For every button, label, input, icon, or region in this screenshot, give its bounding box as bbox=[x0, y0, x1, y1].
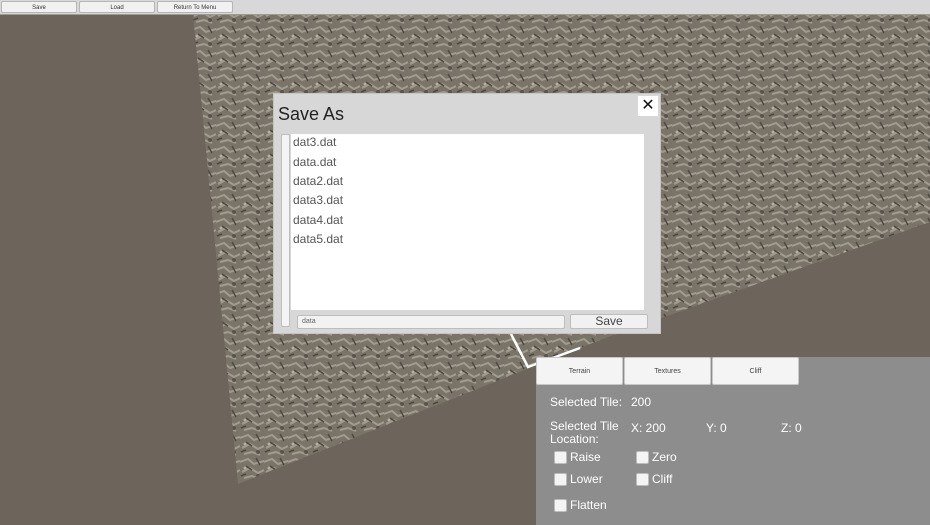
cliff-checkbox[interactable] bbox=[636, 473, 649, 486]
tab-terrain[interactable]: Terrain bbox=[536, 357, 623, 385]
file-list: dat3.dat data.dat data2.dat data3.dat da… bbox=[291, 134, 644, 310]
file-item[interactable]: data5.dat bbox=[293, 232, 343, 246]
filename-input[interactable]: data bbox=[297, 315, 565, 329]
dialog-title: Save As bbox=[278, 104, 345, 124]
save-as-dialog: Save As ✕ dat3.dat data.dat data2.dat da… bbox=[273, 93, 661, 334]
toolbar-load-button[interactable]: Load bbox=[79, 1, 155, 13]
terrain-tools-panel: Terrain Textures Cliff Selected Tile: 20… bbox=[536, 357, 930, 525]
file-item[interactable]: data4.dat bbox=[293, 213, 343, 227]
selected-tile-location-label: Selected Tile Location: bbox=[550, 420, 619, 446]
file-item[interactable]: data2.dat bbox=[293, 174, 343, 188]
tab-cliff[interactable]: Cliff bbox=[712, 357, 799, 385]
toolbar-return-to-menu-button[interactable]: Return To Menu bbox=[157, 1, 233, 13]
close-icon[interactable]: ✕ bbox=[638, 96, 658, 116]
top-toolbar: Save Load Return To Menu bbox=[0, 0, 930, 15]
zero-label: Zero bbox=[652, 450, 677, 464]
flatten-label: Flatten bbox=[570, 498, 607, 512]
location-z: Z: 0 bbox=[781, 421, 802, 435]
location-y: Y: 0 bbox=[706, 421, 727, 435]
selected-tile-label: Selected Tile: bbox=[550, 395, 623, 409]
flatten-checkbox[interactable] bbox=[554, 499, 567, 512]
file-item[interactable]: data.dat bbox=[293, 155, 336, 169]
save-button[interactable]: Save bbox=[570, 314, 648, 329]
cliff-label: Cliff bbox=[652, 472, 673, 486]
zero-checkbox[interactable] bbox=[636, 451, 649, 464]
location-label-line2: Location: bbox=[550, 432, 599, 446]
file-item[interactable]: data3.dat bbox=[293, 193, 343, 207]
file-item[interactable]: dat3.dat bbox=[293, 135, 336, 149]
tab-textures[interactable]: Textures bbox=[624, 357, 711, 385]
raise-label: Raise bbox=[570, 450, 601, 464]
location-x: X: 200 bbox=[631, 421, 666, 435]
raise-checkbox[interactable] bbox=[554, 451, 567, 464]
lower-label: Lower bbox=[570, 472, 603, 486]
selected-tile-value: 200 bbox=[631, 395, 652, 409]
lower-checkbox[interactable] bbox=[554, 473, 567, 486]
toolbar-save-button[interactable]: Save bbox=[1, 1, 77, 13]
file-list-scrollbar[interactable] bbox=[281, 134, 290, 327]
